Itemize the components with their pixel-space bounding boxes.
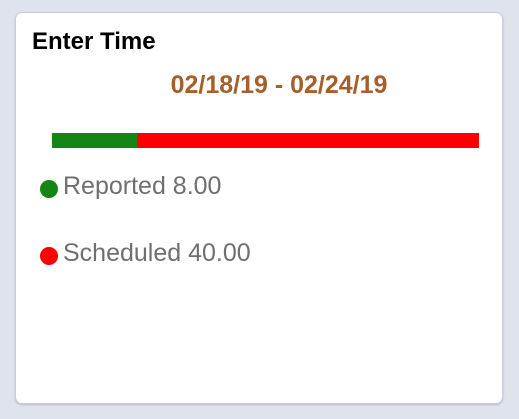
scheduled-bar-segment [137,133,479,148]
scheduled-label: Scheduled 40.00 [63,239,251,267]
tile-title: Enter Time [32,28,156,55]
red-dot-icon [40,246,58,265]
enter-time-tile[interactable]: Enter Time 02/18/19 - 02/24/19 Reported … [15,12,503,404]
date-range: 02/18/19 - 02/24/19 [170,71,388,99]
legend-reported: Reported 8.00 [40,172,221,201]
green-dot-icon [40,179,58,198]
reported-bar-segment [52,133,138,148]
reported-label: Reported 8.00 [63,172,222,200]
legend-scheduled: Scheduled 40.00 [40,239,251,268]
time-progress-bar [52,133,479,148]
